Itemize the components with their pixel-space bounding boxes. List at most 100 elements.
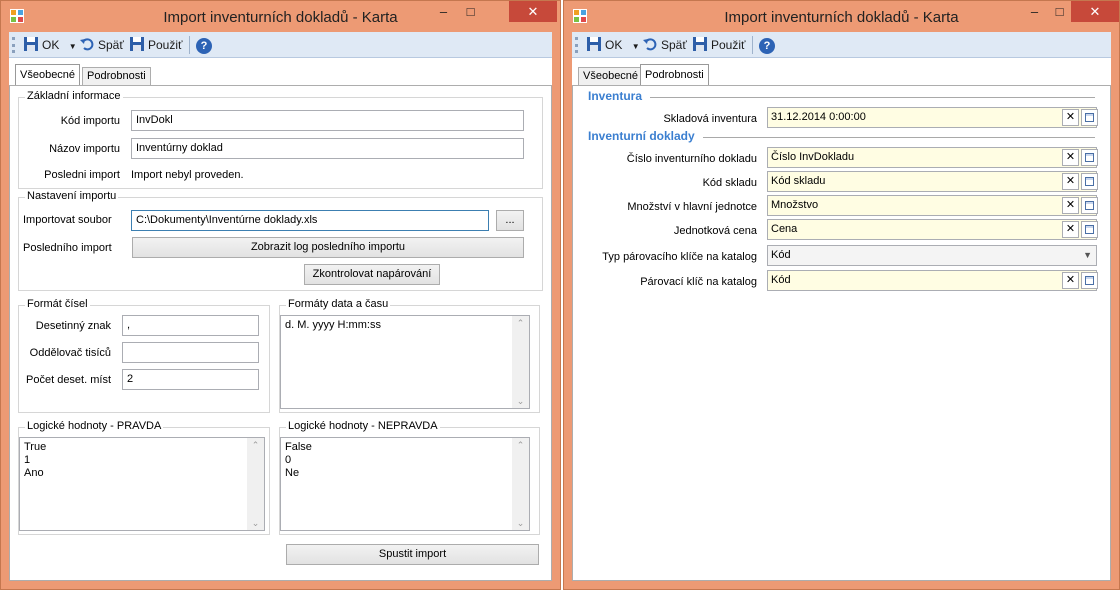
tab-general[interactable]: Všeobecné [578,67,644,85]
toolbar-separator [189,36,190,54]
ok-label: OK [605,38,623,52]
run-import-button[interactable]: Spustit import [286,544,539,565]
quantity-input[interactable]: Množstvo ✕ [767,195,1098,216]
group-legend: Logické hodnoty - NEPRAVDA [286,420,440,432]
back-button[interactable]: Späť [79,35,124,55]
maximize-button[interactable]: □ [457,1,484,22]
scroll-down-icon[interactable]: ⌄ [512,516,529,530]
help-icon: ? [759,38,775,54]
close-button[interactable]: ✕ [509,1,557,22]
import-name-input[interactable]: Inventúrny doklad [131,138,524,159]
help-button[interactable]: ? [196,35,212,55]
scroll-up-icon[interactable]: ⌃ [512,316,529,330]
back-label: Späť [661,38,687,52]
pairing-key-input[interactable]: Kód ✕ [767,270,1098,291]
chevron-down-icon[interactable]: ▼ [1083,246,1092,265]
scroll-up-icon[interactable]: ⌃ [512,438,529,452]
title-bar[interactable]: Import inventurních dokladů - Karta – □ … [1,1,560,32]
back-button[interactable]: Späť [642,35,687,55]
apply-button[interactable]: Použiť [129,35,183,55]
group-legend: Základní informace [25,90,123,102]
decimal-places-input[interactable]: 2 [122,369,259,390]
vertical-scrollbar[interactable]: ⌃ ⌄ [247,438,264,530]
warehouse-code-label: Kód skladu [702,177,757,189]
clear-icon[interactable]: ✕ [1062,197,1079,214]
minimize-button[interactable]: – [430,1,457,22]
field-value: Kód skladu [771,175,826,187]
browse-button[interactable]: ... [496,210,524,231]
scroll-up-icon[interactable]: ⌃ [247,438,264,452]
field-value: Cena [771,223,798,235]
true-values-textarea[interactable]: True 1 Ano ⌃ ⌄ [19,437,265,531]
lookup-icon[interactable] [1081,272,1098,289]
thousands-sep-label: Oddělovač tisíců [29,347,111,359]
toolbar: OK ▼ Späť Použiť ? [9,32,552,58]
section-title: Inventura [588,89,651,103]
minimize-button[interactable]: – [1021,1,1048,22]
apply-save-icon [692,36,708,52]
stock-inventory-input[interactable]: 31.12.2014 0:00:00 ✕ [767,107,1098,128]
group-number-format: Formát čísel Desetinný znak , Oddělovač … [18,298,270,413]
section-title: Inventurní doklady [588,129,703,143]
clear-icon[interactable]: ✕ [1062,149,1079,166]
tab-strip: Všeobecné Podrobnosti [572,64,1111,86]
import-file-input[interactable]: C:\Dokumenty\Inventúrne doklady.xls [131,210,489,231]
decimal-char-input[interactable]: , [122,315,259,336]
key-type-label: Typ párovacího klíče na katalog [602,251,757,263]
import-file-label: Importovat soubor [23,214,112,226]
lookup-icon[interactable] [1081,109,1098,126]
group-legend: Logické hodnoty - PRAVDA [25,420,164,432]
clear-icon[interactable]: ✕ [1062,173,1079,190]
tab-general[interactable]: Všeobecné [15,64,81,86]
window-client: OK ▼ Späť Použiť ? Všeobecné Podrobnosti… [572,32,1111,581]
tab-panel-details: Inventura Skladová inventura 31.12.2014 … [572,85,1111,581]
title-bar[interactable]: Import inventurních dokladů - Karta – □ … [564,1,1119,32]
text-line: Ne [285,467,300,479]
false-values-textarea[interactable]: False 0 Ne ⌃ ⌄ [280,437,530,531]
help-button[interactable]: ? [759,35,775,55]
scroll-down-icon[interactable]: ⌄ [512,394,529,408]
key-type-select[interactable]: Kód ▼ [767,245,1097,266]
text-line: 1 [24,454,31,466]
close-button[interactable]: ✕ [1071,1,1119,22]
unit-price-input[interactable]: Cena ✕ [767,219,1098,240]
import-code-input[interactable]: InvDokl [131,110,524,131]
toolbar-grip-icon[interactable] [575,37,578,53]
doc-number-input[interactable]: Číslo InvDokladu ✕ [767,147,1098,168]
dropdown-arrow-icon[interactable]: ▼ [632,42,640,51]
last-import-row-label: Posledního import [23,242,112,254]
text-line: d. M. yyyy H:mm:ss [285,319,381,331]
scroll-down-icon[interactable]: ⌄ [247,516,264,530]
tab-details[interactable]: Podrobnosti [82,67,151,85]
tab-strip: Všeobecné Podrobnosti [9,64,552,86]
check-pairing-button[interactable]: Zkontrolovat napárování [304,264,440,285]
dropdown-arrow-icon[interactable]: ▼ [69,42,77,51]
ok-button[interactable]: OK ▼ [586,35,640,55]
toolbar-grip-icon[interactable] [12,37,15,53]
group-false-values: Logické hodnoty - NEPRAVDA False 0 Ne ⌃ … [279,420,540,535]
maximize-button[interactable]: □ [1046,1,1073,22]
apply-button[interactable]: Použiť [692,35,746,55]
vertical-scrollbar[interactable]: ⌃ ⌄ [512,316,529,408]
ok-button[interactable]: OK ▼ [23,35,77,55]
clear-icon[interactable]: ✕ [1062,221,1079,238]
apply-save-icon [129,36,145,52]
vertical-scrollbar[interactable]: ⌃ ⌄ [512,438,529,530]
ok-label: OK [42,38,60,52]
selected-value: Kód [771,249,791,261]
lookup-icon[interactable] [1081,197,1098,214]
show-log-button[interactable]: Zobrazit log posledního importu [132,237,524,258]
text-line: False [285,441,312,453]
text-line: 0 [285,454,292,466]
tab-details[interactable]: Podrobnosti [640,64,709,86]
lookup-icon[interactable] [1081,173,1098,190]
save-icon [586,36,602,52]
date-format-textarea[interactable]: d. M. yyyy H:mm:ss ⌃ ⌄ [280,315,530,409]
thousands-sep-input[interactable] [122,342,259,363]
warehouse-code-input[interactable]: Kód skladu ✕ [767,171,1098,192]
clear-icon[interactable]: ✕ [1062,109,1079,126]
field-value: 31.12.2014 0:00:00 [771,111,866,123]
lookup-icon[interactable] [1081,149,1098,166]
lookup-icon[interactable] [1081,221,1098,238]
clear-icon[interactable]: ✕ [1062,272,1079,289]
